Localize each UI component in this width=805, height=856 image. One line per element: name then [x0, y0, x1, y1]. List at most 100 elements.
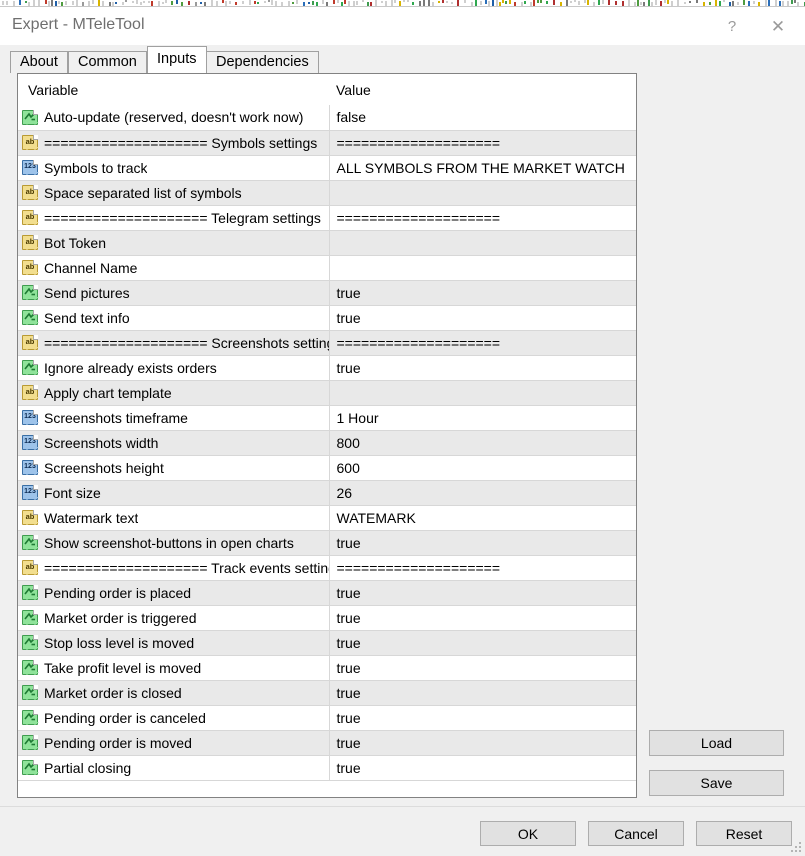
- variable-cell[interactable]: Market order is triggered: [18, 605, 330, 631]
- variable-cell[interactable]: Pending order is placed: [18, 580, 330, 606]
- load-button[interactable]: Load: [649, 730, 784, 756]
- variable-cell[interactable]: ab Bot Token: [18, 230, 330, 256]
- value-cell[interactable]: 600: [329, 455, 636, 481]
- table-row[interactable]: ab ==================== Screenshots setti…: [18, 330, 636, 356]
- variable-cell[interactable]: Auto-update (reserved, doesn't work now): [18, 105, 330, 131]
- variable-cell[interactable]: Stop loss level is moved: [18, 630, 330, 656]
- table-header-row: Variable Value: [18, 74, 636, 105]
- table-row[interactable]: Partial closing true: [18, 755, 636, 781]
- value-cell[interactable]: [329, 255, 636, 281]
- table-row[interactable]: ab Watermark text WATEMARK: [18, 505, 636, 531]
- reset-button[interactable]: Reset: [696, 821, 792, 846]
- variable-cell[interactable]: 123 Screenshots height: [18, 455, 330, 481]
- value-cell[interactable]: true: [329, 705, 636, 731]
- table-row[interactable]: ab Apply chart template: [18, 380, 636, 406]
- variable-cell[interactable]: Market order is closed: [18, 680, 330, 706]
- table-row[interactable]: 123 Screenshots width 800: [18, 430, 636, 456]
- table-row[interactable]: ab Space separated list of symbols: [18, 180, 636, 206]
- close-icon[interactable]: ✕: [755, 7, 801, 45]
- variable-cell[interactable]: Send pictures: [18, 280, 330, 306]
- variable-cell[interactable]: Ignore already exists orders: [18, 355, 330, 381]
- table-row[interactable]: ab ==================== Symbols settings =…: [18, 130, 636, 156]
- variable-cell[interactable]: 123 Symbols to track: [18, 155, 330, 181]
- table-row[interactable]: Pending order is canceled true: [18, 705, 636, 731]
- value-cell[interactable]: [329, 380, 636, 406]
- table-row[interactable]: Send pictures true: [18, 280, 636, 306]
- bool-icon: [22, 685, 38, 700]
- table-row[interactable]: Ignore already exists orders true: [18, 355, 636, 381]
- tab-dependencies[interactable]: Dependencies: [206, 51, 319, 73]
- value-cell[interactable]: true: [329, 305, 636, 331]
- value-cell[interactable]: true: [329, 280, 636, 306]
- resize-grip-icon[interactable]: [791, 842, 802, 853]
- value-cell[interactable]: WATEMARK: [329, 505, 636, 531]
- table-row[interactable]: Market order is triggered true: [18, 605, 636, 631]
- value-cell[interactable]: true: [329, 530, 636, 556]
- value-cell[interactable]: 26: [329, 480, 636, 506]
- value-cell[interactable]: false: [329, 105, 636, 131]
- variable-label: Send text info: [44, 309, 130, 326]
- int-icon: 123: [22, 160, 38, 175]
- ok-button[interactable]: OK: [480, 821, 576, 846]
- variable-cell[interactable]: ab ==================== Track events sett…: [18, 555, 330, 581]
- value-cell[interactable]: [329, 180, 636, 206]
- variable-cell[interactable]: Take profit level is moved: [18, 655, 330, 681]
- value-cell[interactable]: true: [329, 755, 636, 781]
- value-cell[interactable]: [329, 230, 636, 256]
- tab-about[interactable]: About: [10, 51, 68, 73]
- table-row[interactable]: ab ==================== Track events sett…: [18, 555, 636, 581]
- variable-cell[interactable]: 123 Screenshots width: [18, 430, 330, 456]
- table-row[interactable]: Pending order is moved true: [18, 730, 636, 756]
- tab-inputs[interactable]: Inputs: [147, 46, 207, 73]
- table-row[interactable]: 123 Screenshots height 600: [18, 455, 636, 481]
- value-cell[interactable]: true: [329, 730, 636, 756]
- tab-common[interactable]: Common: [68, 51, 147, 73]
- value-cell[interactable]: true: [329, 655, 636, 681]
- help-icon[interactable]: ?: [709, 7, 755, 45]
- value-cell[interactable]: 1 Hour: [329, 405, 636, 431]
- table-row[interactable]: Stop loss level is moved true: [18, 630, 636, 656]
- variable-cell[interactable]: ab Space separated list of symbols: [18, 180, 330, 206]
- variable-cell[interactable]: Pending order is moved: [18, 730, 330, 756]
- variable-cell[interactable]: Partial closing: [18, 755, 330, 781]
- value-cell[interactable]: true: [329, 605, 636, 631]
- table-row[interactable]: ab ==================== Telegram settings…: [18, 205, 636, 231]
- value-cell[interactable]: true: [329, 580, 636, 606]
- table-row[interactable]: Show screenshot-buttons in open charts tr…: [18, 530, 636, 556]
- variable-label: Stop loss level is moved: [44, 634, 195, 651]
- value-cell[interactable]: 800: [329, 430, 636, 456]
- variable-cell[interactable]: ab ==================== Telegram settings: [18, 205, 330, 231]
- value-cell[interactable]: ====================: [329, 330, 636, 356]
- value-cell[interactable]: true: [329, 355, 636, 381]
- table-row[interactable]: Auto-update (reserved, doesn't work now)…: [18, 105, 636, 131]
- variable-cell[interactable]: 123 Screenshots timeframe: [18, 405, 330, 431]
- variable-cell[interactable]: Pending order is canceled: [18, 705, 330, 731]
- table-row[interactable]: Send text info true: [18, 305, 636, 331]
- table-row[interactable]: Market order is closed true: [18, 680, 636, 706]
- variable-cell[interactable]: ab ==================== Symbols settings: [18, 130, 330, 156]
- variable-cell[interactable]: ab Apply chart template: [18, 380, 330, 406]
- value-cell[interactable]: true: [329, 630, 636, 656]
- table-row[interactable]: ab Channel Name: [18, 255, 636, 281]
- value-cell[interactable]: true: [329, 680, 636, 706]
- value-cell[interactable]: ====================: [329, 130, 636, 156]
- cancel-button[interactable]: Cancel: [588, 821, 684, 846]
- table-row[interactable]: 123 Font size 26: [18, 480, 636, 506]
- variable-cell[interactable]: 123 Font size: [18, 480, 330, 506]
- save-button[interactable]: Save: [649, 770, 784, 796]
- value-cell[interactable]: ====================: [329, 205, 636, 231]
- variable-cell[interactable]: ab Channel Name: [18, 255, 330, 281]
- value-cell[interactable]: ====================: [329, 555, 636, 581]
- inputs-list[interactable]: Variable Value Auto-update (reserved, does…: [17, 73, 637, 798]
- table-row[interactable]: ab Bot Token: [18, 230, 636, 256]
- table-row[interactable]: 123 Screenshots timeframe 1 Hour: [18, 405, 636, 431]
- table-row[interactable]: Pending order is placed true: [18, 580, 636, 606]
- variable-cell[interactable]: Send text info: [18, 305, 330, 331]
- table-row[interactable]: Take profit level is moved true: [18, 655, 636, 681]
- value-cell[interactable]: ALL SYMBOLS FROM THE MARKET WATCH: [329, 155, 636, 181]
- table-row[interactable]: 123 Symbols to track ALL SYMBOLS FROM THE …: [18, 155, 636, 181]
- variable-label: Screenshots timeframe: [44, 409, 188, 426]
- variable-cell[interactable]: Show screenshot-buttons in open charts: [18, 530, 330, 556]
- variable-cell[interactable]: ab Watermark text: [18, 505, 330, 531]
- variable-cell[interactable]: ab ==================== Screenshots setti…: [18, 330, 330, 356]
